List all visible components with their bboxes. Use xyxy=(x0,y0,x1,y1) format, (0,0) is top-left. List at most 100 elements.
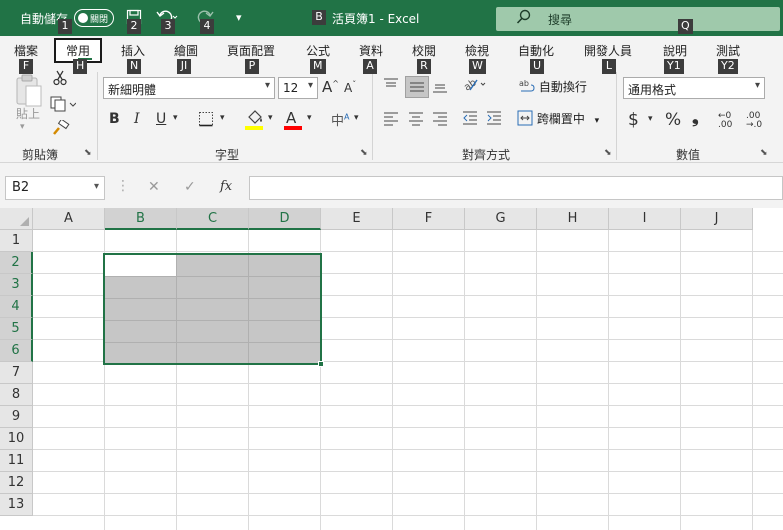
tab-test[interactable]: 測試 xyxy=(716,42,740,59)
column-header[interactable]: J xyxy=(681,208,753,230)
gridline xyxy=(536,230,537,530)
align-left-icon[interactable] xyxy=(383,110,399,130)
wrap-text-button[interactable]: ab 自動換行 xyxy=(519,78,587,95)
formula-input[interactable] xyxy=(249,176,783,200)
currency-dropdown-icon[interactable]: ▾ xyxy=(648,114,653,124)
number-launcher-icon[interactable]: ⬊ xyxy=(760,148,768,158)
align-center-icon[interactable] xyxy=(408,110,424,130)
increase-font-icon[interactable]: A^ xyxy=(322,78,339,96)
font-color-dropdown-icon[interactable]: ▾ xyxy=(307,113,312,123)
selection-border xyxy=(103,253,322,365)
border-dropdown-icon[interactable]: ▾ xyxy=(220,113,225,123)
paste-label[interactable]: 貼上 xyxy=(16,105,40,122)
merge-dropdown-icon[interactable]: ▾ xyxy=(595,116,600,126)
tab-insert[interactable]: 插入 xyxy=(121,42,145,59)
bold-button[interactable]: B xyxy=(109,111,120,127)
select-all-button[interactable] xyxy=(0,208,33,230)
qat-customize-icon[interactable]: ▾ xyxy=(236,11,242,24)
underline-dropdown-icon[interactable]: ▾ xyxy=(173,113,178,123)
column-header[interactable]: G xyxy=(465,208,537,230)
gridline xyxy=(392,230,393,530)
font-launcher-icon[interactable]: ⬊ xyxy=(360,148,368,158)
row-header[interactable]: 6 xyxy=(0,340,33,362)
enter-icon[interactable]: ✓ xyxy=(184,179,196,195)
font-color-swatch xyxy=(284,126,302,130)
column-header[interactable]: H xyxy=(537,208,609,230)
row-header[interactable]: 9 xyxy=(0,406,33,428)
format-painter-icon[interactable] xyxy=(52,118,70,140)
comma-style-button[interactable]: ❟ xyxy=(692,108,699,128)
tab-developer[interactable]: 開發人員 xyxy=(584,42,632,59)
number-format-select[interactable]: 通用格式 ▾ xyxy=(623,77,765,99)
column-header[interactable]: C xyxy=(177,208,249,230)
cut-icon[interactable] xyxy=(52,70,68,90)
orientation-icon[interactable]: ab xyxy=(462,76,486,96)
font-name-select[interactable]: 新細明體 ▾ xyxy=(103,77,275,99)
number-format-value: 通用格式 xyxy=(628,83,677,97)
align-right-icon[interactable] xyxy=(432,110,448,130)
tab-help[interactable]: 說明 xyxy=(663,42,687,59)
border-icon[interactable] xyxy=(198,111,214,131)
column-header[interactable]: F xyxy=(393,208,465,230)
currency-button[interactable]: $ xyxy=(628,110,639,130)
fill-color-swatch xyxy=(245,126,263,130)
paste-dropdown-icon[interactable]: ▾ xyxy=(20,122,25,132)
name-box-value: B2 xyxy=(12,180,30,195)
row-header[interactable]: 8 xyxy=(0,384,33,406)
bottom-align-icon[interactable] xyxy=(432,77,448,97)
clipboard-launcher-icon[interactable]: ⬊ xyxy=(84,148,92,158)
underline-button[interactable]: U xyxy=(156,111,166,127)
row-header[interactable]: 2 xyxy=(0,252,33,274)
tab-page-layout[interactable]: 頁面配置 xyxy=(227,42,275,59)
tab-draw[interactable]: 繪圖 xyxy=(174,42,198,59)
row-header[interactable]: 13 xyxy=(0,494,33,516)
decrease-decimal-icon[interactable]: .00 →.0 xyxy=(746,112,762,130)
column-header[interactable]: E xyxy=(321,208,393,230)
increase-decimal-icon[interactable]: ←0.00 xyxy=(718,112,732,130)
tab-view[interactable]: 檢視 xyxy=(465,42,489,59)
column-header[interactable]: A xyxy=(33,208,105,230)
column-header[interactable]: B xyxy=(105,208,177,230)
row-header[interactable]: 12 xyxy=(0,472,33,494)
font-color-icon[interactable]: A xyxy=(286,109,296,127)
column-header[interactable]: I xyxy=(609,208,681,230)
keytip-redo: 4 xyxy=(200,19,214,34)
alignment-launcher-icon[interactable]: ⬊ xyxy=(604,148,612,158)
row-header[interactable]: 1 xyxy=(0,230,33,252)
copy-icon[interactable] xyxy=(50,96,77,116)
fill-color-dropdown-icon[interactable]: ▾ xyxy=(268,113,273,123)
keytip-review: R xyxy=(417,59,431,74)
decrease-indent-icon[interactable] xyxy=(462,110,478,130)
italic-button[interactable]: I xyxy=(134,111,140,127)
row-header[interactable]: 7 xyxy=(0,362,33,384)
increase-indent-icon[interactable] xyxy=(486,110,502,130)
row-header[interactable]: 10 xyxy=(0,428,33,450)
tab-review[interactable]: 校閱 xyxy=(412,42,436,59)
insert-function-icon[interactable]: fx xyxy=(220,179,232,194)
row-header[interactable]: 11 xyxy=(0,450,33,472)
percent-button[interactable]: % xyxy=(665,110,681,130)
phonetic-icon[interactable]: 中A xyxy=(331,110,350,129)
tab-formulas[interactable]: 公式 xyxy=(306,42,330,59)
top-align-icon[interactable] xyxy=(383,77,399,97)
phonetic-dropdown-icon[interactable]: ▾ xyxy=(354,113,359,123)
number-group-label: 數值 xyxy=(676,148,701,162)
decrease-font-icon[interactable]: Aˇ xyxy=(344,80,356,95)
middle-align-icon[interactable] xyxy=(405,76,429,98)
search-box[interactable]: 搜尋 xyxy=(496,7,780,31)
row-header[interactable]: 3 xyxy=(0,274,33,296)
cancel-icon[interactable]: ✕ xyxy=(148,179,160,195)
tab-automate[interactable]: 自動化 xyxy=(518,42,554,59)
keytip-title: B xyxy=(312,10,326,25)
row-header[interactable]: 4 xyxy=(0,296,33,318)
svg-text:ab: ab xyxy=(519,79,529,88)
name-box[interactable]: B2 ▾ xyxy=(5,176,105,200)
merge-center-button[interactable]: 跨欄置中 ▾ xyxy=(517,110,599,127)
tab-data[interactable]: 資料 xyxy=(359,42,383,59)
autosave-toggle[interactable]: 關閉 xyxy=(74,9,114,27)
row-header[interactable]: 5 xyxy=(0,318,33,340)
tab-file[interactable]: 檔案 xyxy=(14,42,38,59)
font-size-select[interactable]: 12 ▾ xyxy=(278,77,318,99)
column-header[interactable]: D xyxy=(249,208,321,230)
fill-handle[interactable] xyxy=(318,361,324,367)
